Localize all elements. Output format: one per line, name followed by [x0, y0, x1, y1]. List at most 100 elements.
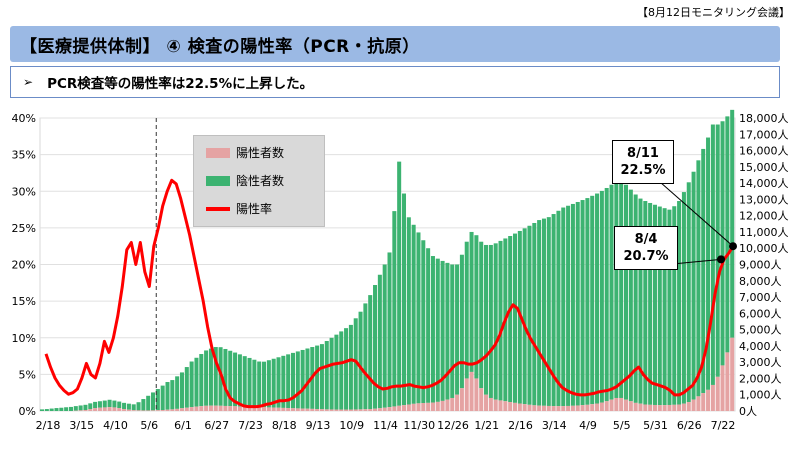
positive-bar: [619, 397, 624, 411]
positive-bar: [88, 409, 93, 411]
negative-bar: [179, 372, 184, 409]
negative-bar: [604, 187, 609, 402]
positive-bar: [537, 405, 542, 411]
positive-bar: [102, 407, 107, 411]
positive-bar: [730, 337, 735, 411]
negative-bar: [252, 359, 257, 407]
positive-bar: [508, 402, 513, 411]
positive-bar: [141, 410, 146, 411]
positive-bar: [421, 403, 426, 411]
positive-bar: [696, 396, 701, 411]
x-tick-label: 3/14: [542, 419, 567, 432]
positive-bar: [590, 404, 595, 411]
negative-bar: [406, 217, 411, 405]
positive-bar: [334, 409, 339, 411]
negative-bar: [300, 349, 305, 409]
positive-bar: [122, 409, 127, 411]
negative-bar: [537, 220, 542, 406]
positive-bar: [175, 408, 180, 411]
positive-bar: [358, 409, 363, 411]
chart-legend: 陽性者数 陰性者数 陽性率: [193, 135, 325, 227]
positive-bar: [266, 407, 271, 411]
meeting-label: 【8月12日モニタリング会議】: [637, 6, 790, 19]
negative-bar: [237, 354, 242, 407]
positive-bar: [377, 408, 382, 411]
y-left-tick-label: 5%: [19, 368, 36, 381]
negative-bar: [464, 241, 469, 379]
negative-bar: [421, 240, 426, 404]
negative-bar: [122, 402, 127, 410]
positive-bar: [411, 403, 416, 411]
y-right-tick-label: 15,000人: [739, 161, 789, 174]
x-tick-label: 10/9: [339, 419, 364, 432]
negative-bar: [194, 357, 199, 407]
positive-bar: [710, 384, 715, 411]
negative-bar: [73, 406, 78, 411]
title-bar: 【医療提供体制】 ④ 検査の陽性率（PCR・抗原）: [10, 26, 780, 62]
callout-0811-date: 8/11: [627, 146, 659, 161]
negative-bar: [455, 264, 460, 395]
y-right-tick-label: 3,000人: [739, 356, 782, 369]
negative-bar: [479, 241, 484, 389]
negative-bar: [348, 324, 353, 410]
positive-bar: [416, 403, 421, 411]
positive-bar: [527, 404, 532, 411]
y-left-tick-label: 30%: [12, 185, 36, 198]
negative-bar: [151, 392, 156, 411]
negative-bar: [49, 408, 54, 411]
subtitle-box: ➢ PCR検査等の陽性率は22.5%に上昇した。: [10, 66, 780, 98]
negative-bar: [474, 235, 479, 379]
negative-bar: [368, 295, 373, 410]
y-right-tick-label: 7,000人: [739, 291, 782, 304]
positive-bar: [233, 406, 238, 411]
negative-bar: [170, 380, 175, 410]
positive-bar: [286, 408, 291, 411]
negative-bar: [78, 405, 83, 411]
positive-bar: [532, 405, 537, 411]
positive-bar: [575, 405, 580, 411]
legend-swatch-rate: [206, 206, 230, 211]
y-right-tick-label: 11,000人: [739, 226, 789, 239]
negative-bar: [358, 311, 363, 410]
x-tick-label: 11/30: [403, 419, 435, 432]
positive-bar: [706, 389, 711, 411]
positive-bar: [237, 406, 242, 411]
negative-bar: [493, 243, 498, 400]
legend-item-negative: 陰性者数: [206, 172, 284, 189]
negative-bar: [623, 184, 629, 400]
subtitle-text: PCR検査等の陽性率は22.5%に上昇した。: [47, 76, 314, 92]
negative-bar: [54, 408, 59, 411]
positive-bar: [305, 408, 310, 411]
y-right-tick-label: 5,000人: [739, 324, 782, 337]
positive-bar: [151, 410, 156, 411]
negative-bar: [44, 409, 49, 411]
positive-bar: [464, 378, 469, 411]
negative-bar: [266, 360, 271, 408]
legend-label-negative: 陰性者数: [236, 174, 285, 188]
y-right-tick-label: 12,000人: [739, 210, 789, 223]
negative-bar: [387, 252, 392, 408]
negative-bar: [329, 337, 334, 410]
positive-bar: [397, 405, 402, 411]
positive-bar: [329, 409, 334, 411]
negative-bar: [247, 357, 252, 407]
legend-swatch-positive: [206, 147, 230, 158]
negative-bar: [175, 376, 180, 409]
positive-bar: [107, 407, 112, 411]
y-right-tick-label: 18,000人: [739, 112, 789, 125]
x-tick-label: 8/18: [272, 419, 297, 432]
y-left-tick-label: 20%: [12, 259, 36, 272]
negative-bar: [88, 403, 93, 410]
negative-bar: [561, 207, 566, 407]
positive-bar: [701, 393, 706, 411]
legend-item-rate: 陽性率: [206, 200, 272, 217]
positive-bar: [78, 410, 83, 411]
negative-bar: [208, 348, 213, 406]
positive-bar: [628, 401, 633, 411]
callout-0804-value: 20.7%: [623, 249, 669, 264]
positive-bar: [672, 404, 677, 411]
negative-bar: [184, 367, 189, 408]
negative-bar: [459, 254, 464, 389]
negative-bar: [131, 404, 136, 411]
arrow-icon: ➢: [23, 75, 34, 89]
